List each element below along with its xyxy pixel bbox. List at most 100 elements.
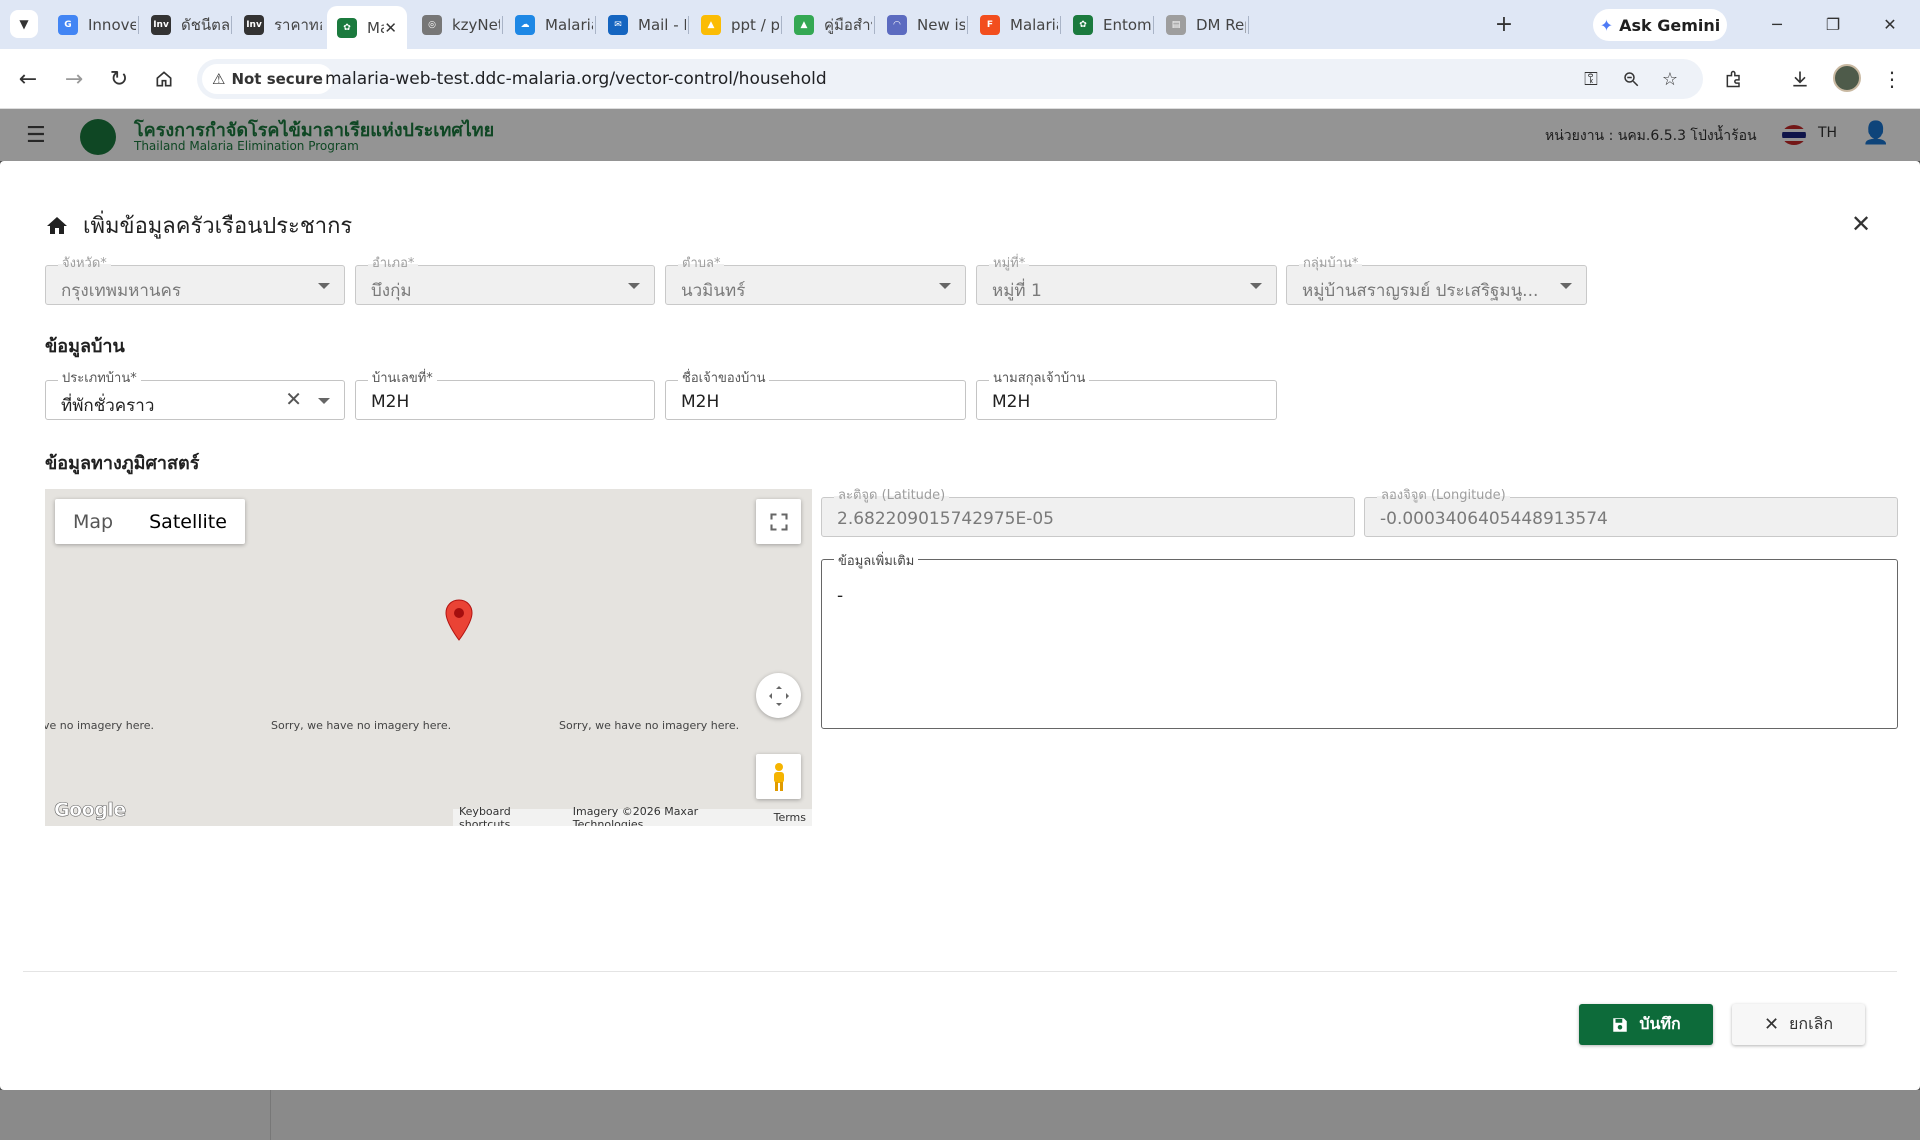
browser-tab[interactable]: ☁ Malaria [505, 8, 593, 41]
tab-label: Mail - P [638, 15, 686, 34]
tab-favicon-icon: F [980, 14, 1000, 35]
longitude-input[interactable]: ลองจิจูด (Longitude) -0.0003406405448913… [1364, 488, 1898, 537]
save-button[interactable]: บันทึก [1579, 1004, 1713, 1045]
village-group-select[interactable]: กลุ่มบ้าน* หมู่บ้านสราญรมย์ ประเสริฐมนู.… [1286, 256, 1587, 305]
tab-separator [874, 16, 875, 34]
clear-icon[interactable]: ✕ [285, 387, 302, 411]
site-info-button[interactable]: ⚠ Not secure [202, 64, 333, 94]
tab-favicon-icon: ▲ [794, 14, 814, 35]
owner-surname-input[interactable]: นามสกุลเจ้าบ้าน M2H [976, 371, 1277, 420]
new-tab-button[interactable]: + [1490, 10, 1518, 38]
browser-tab[interactable]: ▲ ppt / pc [691, 8, 779, 41]
address-bar[interactable]: ⚠ Not secure malaria-web-test.ddc-malari… [197, 59, 1703, 99]
google-map[interactable]: Map Satellite ve no imagery here. Sorry,… [45, 489, 812, 826]
extensions-icon[interactable] [1720, 65, 1748, 93]
tab-favicon-icon: ▤ [1166, 14, 1186, 35]
ask-gemini-button[interactable]: ✦ Ask Gemini [1593, 9, 1727, 41]
tab-favicon-icon: ☁ [515, 14, 535, 35]
map-type-map-button[interactable]: Map [55, 499, 131, 544]
owner-name-input[interactable]: ชื่อเจ้าของบ้าน M2H [665, 371, 966, 420]
back-button[interactable]: ← [14, 65, 42, 93]
tab-favicon-icon: ✿ [337, 17, 357, 38]
browser-tab[interactable]: ▤ DM Rep [1156, 8, 1246, 41]
restore-window-button[interactable]: ❐ [1818, 10, 1848, 38]
village-no-select[interactable]: หมู่ที่* หมู่ที่ 1 [976, 256, 1277, 305]
browser-tab[interactable]: ▲ คู่มือสำห [784, 8, 872, 41]
keyboard-shortcuts-link[interactable]: Keyboard shortcuts [459, 805, 559, 827]
browser-tab[interactable]: Inv ราคาทอง [234, 8, 322, 41]
close-window-button[interactable]: ✕ [1875, 10, 1905, 38]
district-select[interactable]: อำเภอ* บึงกุ่ม [355, 256, 655, 305]
latitude-label: ละติจูด (Latitude) [834, 488, 950, 504]
url-text[interactable]: malaria-web-test.ddc-malaria.org/vector-… [325, 69, 827, 89]
tab-label: Malaria [1010, 15, 1058, 34]
tab-label: ppt / pc [731, 15, 779, 34]
cancel-button[interactable]: ✕ ยกเลิก [1732, 1004, 1865, 1045]
province-select[interactable]: จังหวัด* กรุงเทพมหานคร [45, 256, 345, 305]
home-icon [156, 71, 172, 87]
save-label: บันทึก [1639, 1014, 1681, 1033]
zoom-icon[interactable] [1618, 67, 1644, 91]
profile-avatar[interactable] [1833, 64, 1861, 92]
terms-link[interactable]: Terms [774, 811, 806, 824]
add-household-dialog: เพิ่มข้อมูลครัวเรือนประชากร ✕ จังหวัด* ก… [0, 161, 1920, 1090]
street-view-pegman-button[interactable] [756, 754, 801, 799]
tab-separator [502, 16, 503, 34]
tab-label: DM Rep [1196, 15, 1246, 34]
village-no-label: หมู่ที่* [989, 256, 1030, 272]
tab-favicon-icon: ◎ [422, 14, 442, 35]
no-imagery-text: ve no imagery here. [45, 719, 155, 732]
tab-search-button[interactable]: ▼ [10, 10, 38, 38]
tab-favicon-icon: Inv [244, 14, 264, 35]
sidebar-edge [270, 1090, 271, 1140]
tab-favicon-icon: ▲ [701, 14, 721, 35]
camera-control-button[interactable] [756, 673, 801, 718]
province-value: กรุงเทพมหานคร [61, 281, 182, 301]
not-secure-label: Not secure [231, 70, 323, 88]
latitude-input[interactable]: ละติจูด (Latitude) 2.682209015742975E-05 [821, 488, 1355, 537]
page-background-bottom [0, 1090, 1920, 1140]
district-value: บึงกุ่ม [371, 281, 412, 301]
minimize-window-button[interactable]: ─ [1762, 10, 1792, 38]
no-imagery-text: Sorry, we have no imagery here. [271, 719, 452, 732]
tab-separator [1060, 16, 1061, 34]
tab-separator [688, 16, 689, 34]
tab-close-icon[interactable]: ✕ [384, 19, 397, 37]
browser-tab-strip: ▼ GInnovesInvดัชนีตลาInvราคาทอง✿Ma✕ ◎ kzyN… [0, 0, 1920, 49]
close-dialog-button[interactable]: ✕ [1846, 209, 1876, 239]
browser-tab[interactable]: Inv ดัชนีตลา [141, 8, 229, 41]
chevron-down-icon [1560, 283, 1572, 289]
browser-tab[interactable]: ✿ Ma✕ [327, 6, 407, 49]
browser-tab[interactable]: G Innoves [48, 8, 136, 41]
house-number-value: M2H [371, 392, 410, 412]
browser-tab[interactable]: ✉ Mail - P [598, 8, 686, 41]
home-button[interactable] [150, 65, 178, 93]
reload-button[interactable]: ↻ [105, 65, 133, 93]
forward-button[interactable]: → [60, 65, 88, 93]
additional-info-value: - [837, 586, 844, 606]
download-icon[interactable] [1786, 65, 1814, 93]
browser-tab[interactable]: F Malaria [970, 8, 1058, 41]
floppy-disk-icon [1611, 1016, 1629, 1034]
fullscreen-button[interactable] [756, 499, 801, 544]
browser-tab[interactable]: ✿ Entomo [1063, 8, 1151, 41]
chevron-down-icon [318, 283, 330, 289]
chevron-down-icon[interactable] [318, 398, 330, 404]
close-icon: ✕ [1763, 1014, 1780, 1035]
browser-tab[interactable]: ◠ New iss [877, 8, 965, 41]
bookmark-star-icon[interactable]: ☆ [1657, 67, 1683, 91]
fullscreen-icon [769, 512, 788, 531]
subdistrict-select[interactable]: ตำบล* นวมินทร์ [665, 256, 966, 305]
footer-divider [23, 971, 1897, 972]
chrome-menu-icon[interactable]: ⋮ [1878, 65, 1906, 93]
map-marker-icon[interactable] [445, 599, 473, 645]
browser-tab[interactable]: ◎ kzyNet [412, 8, 500, 41]
ask-gemini-label: Ask Gemini [1619, 15, 1721, 35]
map-type-satellite-button[interactable]: Satellite [131, 499, 245, 544]
house-type-select[interactable]: ประเภทบ้าน* ที่พักชั่วคราว ✕ [45, 371, 345, 420]
village-group-value: หมู่บ้านสราญรมย์ ประเสริฐมนู... [1302, 281, 1539, 301]
tab-label: kzyNet [452, 15, 500, 34]
key-icon[interactable]: ⚿ [1578, 67, 1604, 91]
additional-info-textarea[interactable]: ข้อมูลเพิ่มเติม - [821, 550, 1898, 729]
house-number-input[interactable]: บ้านเลขที่* M2H [355, 371, 655, 420]
